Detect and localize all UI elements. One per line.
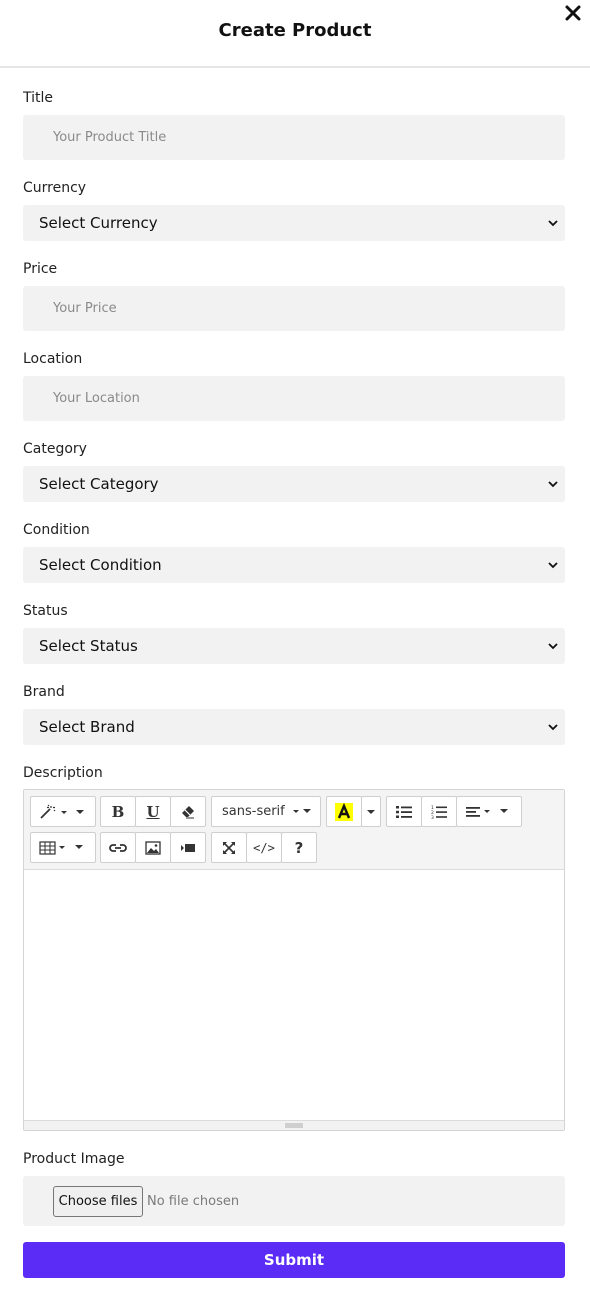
eraser-icon bbox=[182, 805, 194, 818]
table-dropdown-button[interactable] bbox=[30, 832, 96, 863]
modal-header: Create Product bbox=[0, 0, 590, 68]
underline-icon: U bbox=[146, 802, 160, 821]
text-color-dropdown[interactable] bbox=[361, 796, 381, 827]
brand-select[interactable]: Select Brand bbox=[23, 709, 565, 745]
brand-label: Brand bbox=[23, 684, 65, 700]
caret-down-icon bbox=[367, 809, 375, 814]
title-input[interactable] bbox=[23, 115, 565, 160]
modal-title: Create Product bbox=[218, 20, 372, 41]
category-label: Category bbox=[23, 441, 87, 457]
video-icon bbox=[181, 843, 195, 852]
file-status-text: No file chosen bbox=[147, 1194, 240, 1209]
editor-resize-bar[interactable] bbox=[24, 1120, 564, 1130]
fullscreen-icon bbox=[223, 841, 235, 854]
svg-text:3: 3 bbox=[431, 815, 434, 819]
product-image-label: Product Image bbox=[23, 1151, 125, 1167]
status-select[interactable]: Select Status bbox=[23, 628, 565, 664]
chevron-down-icon bbox=[548, 220, 558, 227]
picture-button[interactable] bbox=[135, 832, 171, 863]
chevron-down-icon bbox=[548, 724, 558, 731]
condition-selected-value: Select Condition bbox=[39, 556, 162, 574]
condition-select[interactable]: Select Condition bbox=[23, 547, 565, 583]
chevron-down-icon bbox=[548, 481, 558, 488]
ordered-list-button[interactable]: 123 bbox=[421, 796, 457, 827]
bold-icon: B bbox=[111, 802, 125, 821]
align-left-icon bbox=[466, 806, 508, 817]
clear-format-button[interactable] bbox=[170, 796, 206, 827]
code-view-icon: </> bbox=[253, 840, 275, 855]
bold-button[interactable]: B bbox=[100, 796, 136, 827]
title-label: Title bbox=[23, 90, 54, 106]
status-label: Status bbox=[23, 603, 68, 619]
brand-selected-value: Select Brand bbox=[39, 718, 135, 736]
description-label: Description bbox=[23, 765, 103, 781]
video-button[interactable] bbox=[170, 832, 206, 863]
image-icon bbox=[145, 840, 161, 855]
code-view-button[interactable]: </> bbox=[246, 832, 282, 863]
text-color-icon bbox=[335, 802, 353, 821]
font-family-value: sans-serif bbox=[222, 804, 285, 819]
help-button[interactable]: ? bbox=[281, 832, 317, 863]
editor-toolbar: B U sans-serif 123 </> ? bbox=[24, 790, 564, 870]
price-input[interactable] bbox=[23, 286, 565, 331]
price-label: Price bbox=[23, 261, 58, 277]
currency-select[interactable]: Select Currency bbox=[23, 205, 565, 241]
resize-grip-icon[interactable] bbox=[285, 1123, 303, 1128]
chevron-down-icon bbox=[548, 643, 558, 650]
chevron-down-icon bbox=[548, 562, 558, 569]
link-icon bbox=[109, 843, 127, 852]
paragraph-align-dropdown[interactable] bbox=[456, 796, 522, 827]
magic-wand-icon bbox=[40, 804, 84, 819]
close-icon[interactable] bbox=[562, 2, 584, 24]
category-selected-value: Select Category bbox=[39, 475, 159, 493]
condition-label: Condition bbox=[23, 522, 90, 538]
font-family-dropdown[interactable]: sans-serif bbox=[211, 796, 321, 827]
location-input[interactable] bbox=[23, 376, 565, 421]
unordered-list-button[interactable] bbox=[386, 796, 422, 827]
link-button[interactable] bbox=[100, 832, 136, 863]
bulleted-list-icon bbox=[396, 805, 412, 818]
table-icon bbox=[39, 840, 83, 855]
underline-button[interactable]: U bbox=[135, 796, 171, 827]
help-icon: ? bbox=[294, 838, 304, 857]
choose-files-button[interactable]: Choose files bbox=[53, 1186, 143, 1217]
fullscreen-button[interactable] bbox=[211, 832, 247, 863]
product-image-file-input[interactable]: Choose files No file chosen bbox=[23, 1176, 565, 1226]
category-select[interactable]: Select Category bbox=[23, 466, 565, 502]
numbered-list-icon: 123 bbox=[431, 805, 447, 819]
caret-down-icon bbox=[292, 808, 311, 813]
editor-content-area[interactable] bbox=[24, 871, 564, 1120]
currency-selected-value: Select Currency bbox=[39, 214, 158, 232]
text-color-button[interactable] bbox=[326, 796, 362, 827]
submit-button[interactable]: Submit bbox=[23, 1242, 565, 1278]
status-selected-value: Select Status bbox=[39, 637, 138, 655]
rich-text-editor: B U sans-serif 123 </> ? bbox=[23, 789, 565, 1131]
style-dropdown-button[interactable] bbox=[30, 796, 96, 827]
currency-label: Currency bbox=[23, 180, 87, 196]
location-label: Location bbox=[23, 351, 83, 367]
